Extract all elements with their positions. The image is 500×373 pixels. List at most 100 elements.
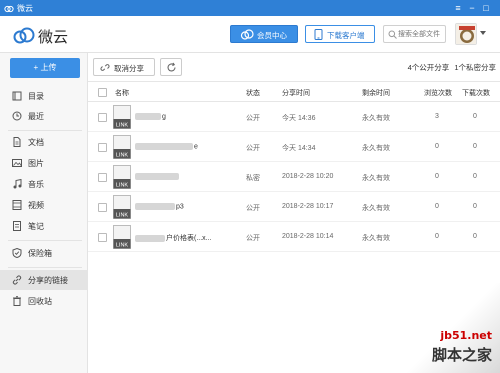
svg-text:LINK: LINK xyxy=(116,243,129,249)
brand-name: 微云 xyxy=(38,29,69,46)
directory-icon xyxy=(12,91,22,101)
sidebar-divider xyxy=(8,130,82,131)
search-box xyxy=(383,25,446,43)
trash-icon xyxy=(13,296,21,306)
sidebar-item-label: 最近 xyxy=(28,112,44,121)
sidebar-item-shared-links[interactable]: 分享的链接 xyxy=(0,270,88,290)
row-checkbox[interactable] xyxy=(98,233,107,242)
sidebar-divider xyxy=(8,240,82,241)
unlink-icon xyxy=(100,64,110,71)
share-time: 2018-2-28 10:20 xyxy=(282,173,334,180)
sidebar-item-recent[interactable]: 最近 xyxy=(0,106,88,126)
column-header-status[interactable]: 状态 xyxy=(246,88,260,98)
app-header: 微云 会员中心 下载客户端 xyxy=(0,16,500,53)
table-row[interactable]: LINK e 公开 今天 14:34 永久有效 0 0 xyxy=(88,132,500,162)
link-file-icon: LINK xyxy=(113,225,131,249)
link-icon xyxy=(12,275,22,285)
weiyun-cloud-logo-icon xyxy=(13,27,35,44)
link-file-icon: LINK xyxy=(113,195,131,219)
avatar-image xyxy=(456,24,476,44)
sidebar-item-safe[interactable]: 保险箱 xyxy=(0,243,88,263)
link-file-icon: LINK xyxy=(113,105,131,129)
column-header-remaining[interactable]: 剩余时间 xyxy=(362,88,390,98)
sidebar-item-label: 笔记 xyxy=(28,222,44,231)
maximize-icon[interactable]: □ xyxy=(480,2,492,14)
svg-text:LINK: LINK xyxy=(116,183,129,189)
chevron-down-icon[interactable] xyxy=(480,31,486,35)
cancel-share-button[interactable]: 取消分享 xyxy=(93,58,155,76)
row-checkbox[interactable] xyxy=(98,173,107,182)
column-header-views[interactable]: 浏览次数 xyxy=(424,88,452,98)
sidebar-item-video[interactable]: 视频 xyxy=(0,195,88,215)
sidebar-item-label: 保险箱 xyxy=(28,249,52,258)
column-header-name[interactable]: 名称 xyxy=(115,88,129,98)
remaining-time: 永久有效 xyxy=(362,235,390,242)
share-time: 今天 14:36 xyxy=(282,115,316,122)
remaining-time: 永久有效 xyxy=(362,175,390,182)
private-share-count: 1个私密分享 xyxy=(454,63,496,72)
sidebar-item-notes[interactable]: 笔记 xyxy=(0,216,88,236)
select-all-checkbox[interactable] xyxy=(98,88,107,97)
share-time: 今天 14:34 xyxy=(282,145,316,152)
phone-icon xyxy=(314,29,323,40)
sidebar-item-label: 回收站 xyxy=(28,297,52,306)
sidebar-item-label: 音乐 xyxy=(28,180,44,189)
sidebar-item-label: 视频 xyxy=(28,201,44,210)
share-counts: 4个公开分享 1个私密分享 xyxy=(405,62,496,73)
watermark-name: 脚本之家 xyxy=(431,346,492,364)
sidebar-item-label: 分享的链接 xyxy=(28,276,68,285)
refresh-icon xyxy=(167,62,176,72)
share-status: 公开 xyxy=(246,235,260,242)
window-title: 微云 xyxy=(17,4,33,13)
share-status: 公开 xyxy=(246,205,260,212)
column-header-share-time[interactable]: 分享时间 xyxy=(282,88,310,98)
file-name[interactable] xyxy=(135,173,180,180)
file-name[interactable]: 户价格表(...x... xyxy=(135,233,212,243)
sidebar-item-directory[interactable]: 目录 xyxy=(0,86,88,106)
image-icon xyxy=(12,159,22,167)
view-count: 3 xyxy=(435,113,439,120)
row-checkbox[interactable] xyxy=(98,143,107,152)
view-count: 0 xyxy=(435,143,439,150)
menu-icon[interactable]: ≡ xyxy=(452,2,464,14)
svg-text:LINK: LINK xyxy=(116,123,129,129)
table-row[interactable]: LINK 户价格表(...x... 公开 2018-2-28 10:14 永久有… xyxy=(88,222,500,252)
sidebar-item-label: 文档 xyxy=(28,138,44,147)
download-count: 0 xyxy=(473,113,477,120)
view-count: 0 xyxy=(435,233,439,240)
share-status: 私密 xyxy=(246,175,260,182)
sidebar-item-documents[interactable]: 文档 xyxy=(0,132,88,152)
row-checkbox[interactable] xyxy=(98,113,107,122)
toolbar: 取消分享 4个公开分享 1个私密分享 xyxy=(88,53,500,82)
file-name[interactable]: g xyxy=(135,113,166,120)
download-client-label: 下载客户端 xyxy=(327,31,365,40)
table-row[interactable]: LINK p3 公开 2018-2-28 10:17 永久有效 0 0 xyxy=(88,192,500,222)
avatar[interactable] xyxy=(455,23,477,45)
search-input[interactable] xyxy=(398,28,445,40)
download-count: 0 xyxy=(473,203,477,210)
file-name[interactable]: e xyxy=(135,143,198,150)
download-client-button[interactable]: 下载客户端 xyxy=(305,25,375,43)
sidebar-item-recycle-bin[interactable]: 回收站 xyxy=(0,291,88,311)
refresh-button[interactable] xyxy=(160,58,182,76)
table-row[interactable]: LINK g 公开 今天 14:36 永久有效 3 0 xyxy=(88,102,500,132)
sidebar-item-music[interactable]: 音乐 xyxy=(0,174,88,194)
share-status: 公开 xyxy=(246,115,260,122)
remaining-time: 永久有效 xyxy=(362,115,390,122)
file-name[interactable]: p3 xyxy=(135,203,184,210)
shield-icon xyxy=(12,248,22,258)
note-icon xyxy=(13,221,21,231)
row-checkbox[interactable] xyxy=(98,203,107,212)
vip-center-label: 会员中心 xyxy=(257,31,287,40)
cloud-icon xyxy=(240,29,254,40)
sidebar-item-images[interactable]: 图片 xyxy=(0,153,88,173)
video-icon xyxy=(12,200,22,210)
public-share-count: 4个公开分享 xyxy=(407,63,450,72)
upload-button[interactable]: + 上传 xyxy=(10,58,80,78)
vip-center-button[interactable]: 会员中心 xyxy=(230,25,298,43)
search-icon xyxy=(388,30,397,39)
minimize-icon[interactable]: − xyxy=(466,2,478,14)
column-header-downloads[interactable]: 下载次数 xyxy=(462,88,490,98)
table-row[interactable]: LINK 私密 2018-2-28 10:20 永久有效 0 0 xyxy=(88,162,500,192)
remaining-time: 永久有效 xyxy=(362,145,390,152)
